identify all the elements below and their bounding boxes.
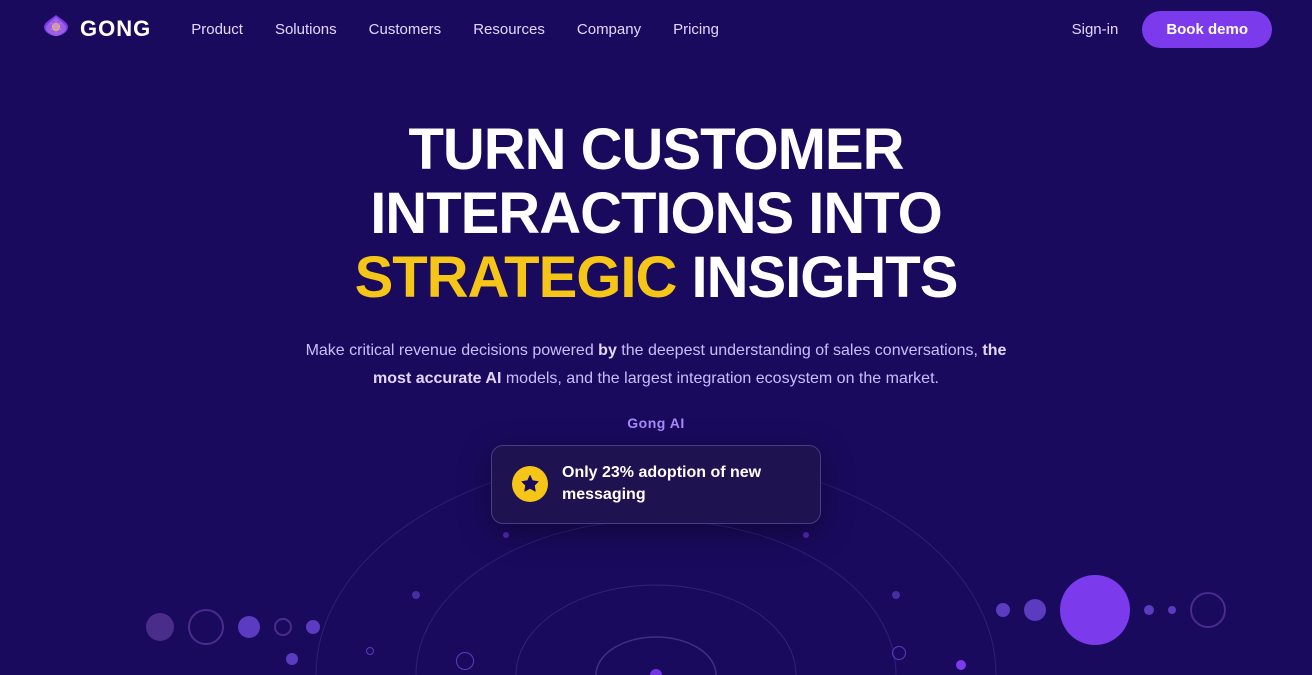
notification-card: Only 23% adoption of new messaging: [491, 445, 821, 524]
left-dots: [146, 609, 320, 645]
diagram-area: Gong AI Only 23% adoption of new messagi…: [206, 395, 1106, 675]
dot-right-2: [1024, 599, 1046, 621]
hero-title: TURN CUSTOMER INTERACTIONS INTO STRATEGI…: [206, 118, 1106, 309]
scatter-dot-4: [892, 646, 906, 660]
notif-badge-icon: [512, 466, 548, 502]
dot-right-outline: [1190, 592, 1226, 628]
dot-right-1: [996, 603, 1010, 617]
nav-actions: Sign-in Book demo: [1072, 11, 1272, 48]
notif-message-text: Only 23% adoption of new messaging: [562, 462, 800, 507]
gong-ai-label: Gong AI: [627, 415, 684, 431]
nav-resources[interactable]: Resources: [473, 21, 545, 38]
hero-title-line2: INSIGHTS: [692, 245, 958, 310]
hero-title-line1: TURN CUSTOMER INTERACTIONS INTO: [370, 117, 942, 246]
nav-solutions[interactable]: Solutions: [275, 21, 337, 38]
nav-product[interactable]: Product: [191, 21, 243, 38]
navbar: GONG Product Solutions Customers Resourc…: [0, 0, 1312, 58]
concentric-circles: [306, 395, 1006, 675]
hero-title-highlight: STRATEGIC: [355, 245, 677, 310]
scatter-dot-3: [456, 652, 474, 670]
nav-pricing[interactable]: Pricing: [673, 21, 719, 38]
dot-left-5: [306, 620, 320, 634]
dot-left-4: [274, 618, 292, 636]
hero-subtitle: Make critical revenue decisions powered …: [296, 337, 1016, 391]
dot-left-2: [188, 609, 224, 645]
right-dots: [996, 575, 1226, 645]
gong-logo-icon: [40, 13, 72, 45]
nav-links: Product Solutions Customers Resources Co…: [191, 21, 1071, 38]
dot-right-large: [1060, 575, 1130, 645]
dot-right-3: [1144, 605, 1154, 615]
nav-company[interactable]: Company: [577, 21, 641, 38]
logo-text: GONG: [80, 16, 151, 42]
dot-left-3: [238, 616, 260, 638]
logo[interactable]: GONG: [40, 13, 151, 45]
dot-right-4: [1168, 606, 1176, 614]
scatter-dot-1: [286, 653, 298, 665]
scatter-dot-5: [956, 660, 966, 670]
dot-left-1: [146, 613, 174, 641]
book-demo-button[interactable]: Book demo: [1142, 11, 1272, 48]
hero-section: TURN CUSTOMER INTERACTIONS INTO STRATEGI…: [0, 58, 1312, 675]
sign-in-link[interactable]: Sign-in: [1072, 21, 1119, 38]
scatter-dot-2: [366, 647, 374, 655]
nav-customers[interactable]: Customers: [369, 21, 442, 38]
